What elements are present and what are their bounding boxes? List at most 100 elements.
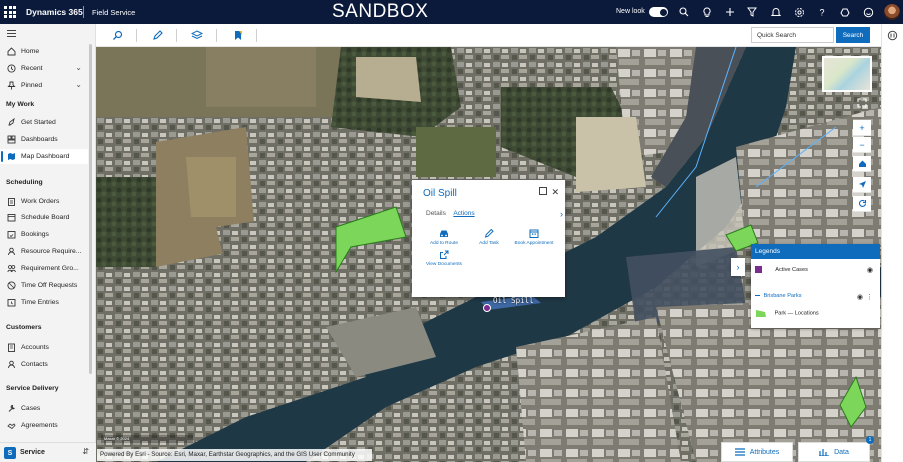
nav-resource-requirements[interactable]: Resource Require...	[0, 244, 88, 259]
area-label: Service	[20, 449, 45, 456]
attributes-button[interactable]: Attributes	[721, 442, 793, 462]
bar-chart-icon	[819, 449, 830, 456]
search-icon[interactable]	[677, 5, 691, 19]
search-tool-icon[interactable]	[110, 28, 124, 42]
home-extent-icon[interactable]	[853, 156, 871, 172]
scale-bar: Maxar © 2024	[101, 435, 193, 443]
nav-dashboards[interactable]: Dashboards	[0, 132, 88, 147]
nav-get-started[interactable]: Get Started	[0, 115, 88, 130]
expand-icon[interactable]	[539, 187, 547, 195]
nav-schedule-board[interactable]: Schedule Board	[0, 210, 88, 225]
plus-icon[interactable]	[723, 5, 737, 19]
area-badge: S	[4, 447, 16, 459]
draw-tool-icon[interactable]	[150, 28, 164, 42]
legend-title: Legends	[751, 244, 880, 259]
help-icon[interactable]: ?	[815, 5, 829, 19]
park-swatch	[756, 310, 766, 317]
search-button[interactable]: Search	[836, 27, 870, 43]
nav-contacts[interactable]: Contacts	[0, 357, 88, 372]
nav-bookings[interactable]: Bookings	[0, 227, 88, 242]
action-label: Add Task	[479, 241, 499, 246]
add-task-button[interactable]: Add Task	[464, 228, 514, 246]
locate-icon[interactable]	[853, 177, 871, 193]
nav-label: Cases	[21, 405, 41, 412]
app-name[interactable]: Dynamics 365	[26, 7, 83, 17]
action-label: Book Appointment	[514, 241, 554, 246]
map-icon	[6, 152, 16, 162]
data-label: Data	[834, 448, 849, 456]
nav-accounts[interactable]: Accounts	[0, 340, 88, 355]
nav-label: Requirement Gro...	[21, 265, 79, 272]
zoom-out-icon[interactable]: −	[853, 137, 871, 153]
nav-home[interactable]: Home	[0, 44, 88, 59]
zoom-in-icon[interactable]: +	[853, 120, 871, 136]
attributes-label: Attributes	[749, 448, 780, 456]
toolbar-divider	[136, 29, 137, 42]
environment-banner: SANDBOX	[332, 1, 429, 22]
time-off-icon	[6, 281, 16, 291]
bell-icon[interactable]	[769, 5, 783, 19]
legend-row-brisbane-parks[interactable]: Brisbane Parks ◉ ⋮	[755, 293, 877, 301]
chevron-right-icon[interactable]: ›	[560, 209, 563, 219]
nav-requirement-groups[interactable]: Requirement Gro...	[0, 261, 88, 276]
app-launcher-icon[interactable]	[4, 6, 16, 18]
bookmark-icon[interactable]	[231, 28, 245, 42]
nav-label: Accounts	[21, 344, 49, 351]
fullscreen-icon[interactable]	[853, 95, 871, 111]
add-to-route-button[interactable]: Add to Route	[419, 229, 469, 246]
refresh-icon[interactable]	[853, 196, 871, 212]
nav-time-off-requests[interactable]: Time Off Requests	[0, 278, 88, 293]
close-icon[interactable]: ✕	[551, 187, 559, 198]
pin-icon	[6, 81, 16, 91]
legend-label: Active Cases	[775, 266, 808, 273]
view-documents-button[interactable]: View Documents	[419, 250, 469, 267]
legend-collapse-button[interactable]: ›	[731, 258, 745, 276]
nav-agreements[interactable]: Agreements	[0, 418, 88, 433]
section-header-scheduling: Scheduling	[6, 179, 43, 186]
nav-cases[interactable]: Cases	[0, 401, 88, 416]
sidebar-scrollbar[interactable]	[89, 44, 92, 374]
copilot-icon[interactable]	[838, 5, 852, 19]
hamburger-menu-icon[interactable]	[7, 30, 16, 37]
nav-label: Time Off Requests	[21, 282, 78, 289]
filter-icon[interactable]	[745, 5, 759, 19]
more-options-icon[interactable]: ⋮	[866, 293, 873, 301]
list-icon	[734, 448, 745, 456]
smiley-icon[interactable]	[861, 5, 875, 19]
tab-details[interactable]: Details	[426, 210, 446, 217]
avatar[interactable]	[884, 4, 900, 20]
copilot-panel-icon[interactable]	[887, 30, 898, 43]
module-name[interactable]: Field Service	[92, 8, 135, 17]
nav-map-dashboard[interactable]: Map Dashboard	[0, 149, 88, 164]
tab-actions[interactable]: Actions	[453, 210, 474, 217]
case-marker[interactable]	[483, 304, 491, 312]
external-doc-icon	[439, 250, 449, 259]
nav-work-orders[interactable]: Work Orders	[0, 194, 88, 209]
legend-row-park-locations[interactable]: Park — Locations	[755, 308, 877, 318]
lightbulb-icon[interactable]	[700, 5, 714, 19]
new-look-toggle[interactable]	[649, 7, 668, 17]
collapse-dash-icon[interactable]	[755, 295, 760, 297]
layers-icon[interactable]	[190, 28, 204, 42]
gear-icon[interactable]	[792, 5, 806, 19]
chevron-down-icon[interactable]: ⌄	[75, 80, 82, 89]
action-label: Add to Route	[429, 241, 458, 246]
chevron-down-icon[interactable]: ⌄	[75, 63, 82, 72]
nav-label: Bookings	[21, 231, 49, 238]
data-button[interactable]: Data	[798, 442, 870, 462]
quick-search-input[interactable]: Quick Search	[751, 27, 834, 43]
area-switcher[interactable]: S Service ⇵	[0, 442, 96, 462]
new-look-label: New look	[616, 8, 645, 15]
nav-time-entries[interactable]: Time Entries	[0, 295, 88, 310]
nav-recent[interactable]: Recent ⌄	[0, 61, 88, 76]
account-icon	[6, 343, 16, 353]
app-header: Dynamics 365 Field Service SANDBOX New l…	[0, 0, 903, 24]
eye-icon[interactable]: ◉	[857, 293, 863, 301]
eye-icon[interactable]: ◉	[867, 266, 873, 274]
book-appointment-button[interactable]: Book Appointment	[509, 229, 559, 246]
overview-minimap[interactable]	[822, 56, 872, 92]
legend-swatch	[755, 266, 762, 273]
legend-row-active-cases[interactable]: Active Cases ◉	[755, 266, 877, 274]
nav-pinned[interactable]: Pinned ⌄	[0, 78, 88, 93]
chevron-updown-icon: ⇵	[82, 447, 89, 456]
